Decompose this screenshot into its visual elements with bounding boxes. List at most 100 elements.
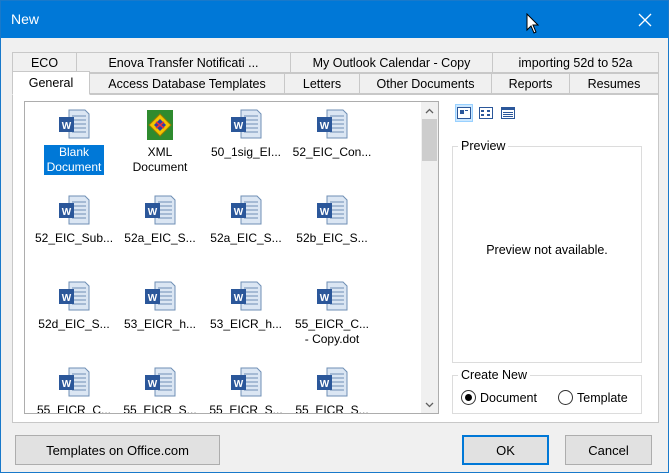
svg-text:W: W: [62, 379, 72, 390]
template-label: 50_1sig_EI...: [210, 145, 282, 159]
template-label: 52a_EIC_S...: [210, 231, 282, 245]
template-item[interactable]: W 55_EICR_C...: [31, 366, 117, 414]
large-icons-view-icon: [457, 107, 471, 119]
window-title: New: [11, 11, 40, 27]
template-item[interactable]: W 55_EICR_S...: [203, 366, 289, 414]
details-view-icon: [501, 107, 515, 119]
template-item[interactable]: W 50_1sig_EI...: [203, 108, 289, 160]
template-item[interactable]: W 52a_EIC_S...: [203, 194, 289, 246]
radio-document-label: Document: [480, 390, 537, 405]
word-template-icon: W: [317, 109, 348, 139]
template-item[interactable]: W 53_EICR_h...: [203, 280, 289, 332]
scroll-down-button[interactable]: [421, 396, 438, 413]
template-label: 55_EICR_S...: [295, 403, 369, 414]
template-label: 52_EIC_Sub...: [34, 231, 114, 245]
tab-importing-52d[interactable]: importing 52d to 52a: [492, 52, 659, 73]
word-template-icon: W: [317, 281, 348, 311]
template-label: 55_EICR_S...: [209, 403, 283, 414]
word-template-icon: W: [231, 367, 262, 397]
tab-other-documents[interactable]: Other Documents: [359, 73, 492, 94]
svg-text:W: W: [62, 293, 72, 304]
template-item[interactable]: W 52a_EIC_S...: [117, 194, 203, 246]
radio-button-checked[interactable]: [461, 390, 476, 405]
chevron-down-icon: [425, 402, 434, 407]
close-button[interactable]: [622, 1, 668, 38]
title-bar: New: [1, 1, 668, 38]
word-template-icon: W: [59, 195, 90, 225]
template-label: 53_EICR_h...: [123, 317, 197, 331]
xml-document-icon: [147, 110, 173, 140]
template-label: 55_EICR_C...: [36, 403, 112, 414]
radio-document[interactable]: Document: [461, 390, 537, 405]
template-item[interactable]: W 55_EICR_S...: [289, 366, 375, 414]
word-template-icon: W: [231, 109, 262, 139]
word-template-icon: W: [231, 195, 262, 225]
word-template-icon: W: [317, 195, 348, 225]
large-icons-view-button[interactable]: [455, 104, 473, 122]
svg-text:W: W: [148, 379, 158, 390]
tab-letters[interactable]: Letters: [284, 73, 360, 94]
chevron-up-icon: [425, 108, 434, 113]
create-new-group: Create New Document Template: [452, 368, 642, 414]
svg-text:W: W: [234, 379, 244, 390]
template-label: 52d_EIC_S...: [38, 317, 110, 331]
template-label: Blank Document: [44, 145, 104, 175]
new-document-dialog: New ECO Enova Transfer Notificati ... My…: [0, 0, 669, 473]
svg-text:W: W: [320, 207, 330, 218]
preview-label: Preview: [458, 139, 509, 153]
radio-template-label: Template: [577, 390, 628, 405]
close-icon: [638, 13, 652, 26]
scrollbar-thumb[interactable]: [422, 119, 437, 161]
svg-text:W: W: [148, 207, 158, 218]
radio-button-unchecked[interactable]: [558, 390, 573, 405]
template-item-xml-document[interactable]: XML Document: [117, 108, 203, 175]
word-template-icon: W: [231, 281, 262, 311]
svg-text:W: W: [148, 293, 158, 304]
template-item[interactable]: W 52_EIC_Con...: [289, 108, 375, 160]
template-label: XML Document: [132, 145, 188, 174]
word-template-icon: W: [59, 367, 90, 397]
svg-text:W: W: [234, 207, 244, 218]
tab-resumes[interactable]: Resumes: [569, 73, 659, 94]
vertical-scrollbar[interactable]: [421, 102, 438, 413]
templates-on-office-button[interactable]: Templates on Office.com: [15, 435, 220, 465]
svg-text:W: W: [62, 121, 72, 132]
svg-text:W: W: [320, 379, 330, 390]
template-item[interactable]: W 52b_EIC_S...: [289, 194, 375, 246]
word-template-icon: W: [59, 281, 90, 311]
tab-reports[interactable]: Reports: [491, 73, 570, 94]
create-new-label: Create New: [458, 368, 530, 382]
template-label: 52a_EIC_S...: [124, 231, 196, 245]
list-view-icon: [479, 107, 493, 119]
template-label: 53_EICR_h...: [209, 317, 283, 331]
tab-my-outlook-calendar[interactable]: My Outlook Calendar - Copy: [290, 52, 493, 73]
template-item[interactable]: W 52d_EIC_S...: [31, 280, 117, 332]
template-label: 52_EIC_Con...: [292, 145, 372, 159]
tab-eco[interactable]: ECO: [12, 52, 77, 73]
template-item[interactable]: W 55_EICR_C... - Copy.dot: [289, 280, 375, 347]
template-label: 52b_EIC_S...: [296, 231, 368, 245]
svg-text:W: W: [320, 121, 330, 132]
list-view-button[interactable]: [477, 104, 495, 122]
template-item[interactable]: W 52_EIC_Sub...: [31, 194, 117, 246]
tab-enova-transfer[interactable]: Enova Transfer Notificati ...: [76, 52, 291, 73]
cancel-button[interactable]: Cancel: [565, 435, 652, 465]
template-item[interactable]: W 53_EICR_h...: [117, 280, 203, 332]
svg-text:W: W: [234, 293, 244, 304]
details-view-button[interactable]: [499, 104, 517, 122]
svg-text:W: W: [320, 293, 330, 304]
template-item-blank-document[interactable]: W Blank Document: [31, 108, 117, 175]
template-label: 55_EICR_C... - Copy.dot: [294, 317, 370, 346]
ok-button[interactable]: OK: [462, 435, 549, 465]
tab-general[interactable]: General: [12, 71, 90, 95]
preview-message: Preview not available.: [486, 243, 608, 257]
template-item[interactable]: W 55_EICR_S...: [117, 366, 203, 413]
tab-access-database-templates[interactable]: Access Database Templates: [89, 73, 285, 94]
word-template-icon: W: [145, 281, 176, 311]
blank-document-icon: W: [59, 109, 90, 139]
svg-text:W: W: [234, 121, 244, 132]
scroll-up-button[interactable]: [421, 102, 438, 119]
template-list[interactable]: W Blank Document XML Document W 50_1sig_…: [24, 101, 439, 414]
preview-group: Preview Preview not available.: [452, 139, 642, 363]
radio-template[interactable]: Template: [558, 390, 628, 405]
